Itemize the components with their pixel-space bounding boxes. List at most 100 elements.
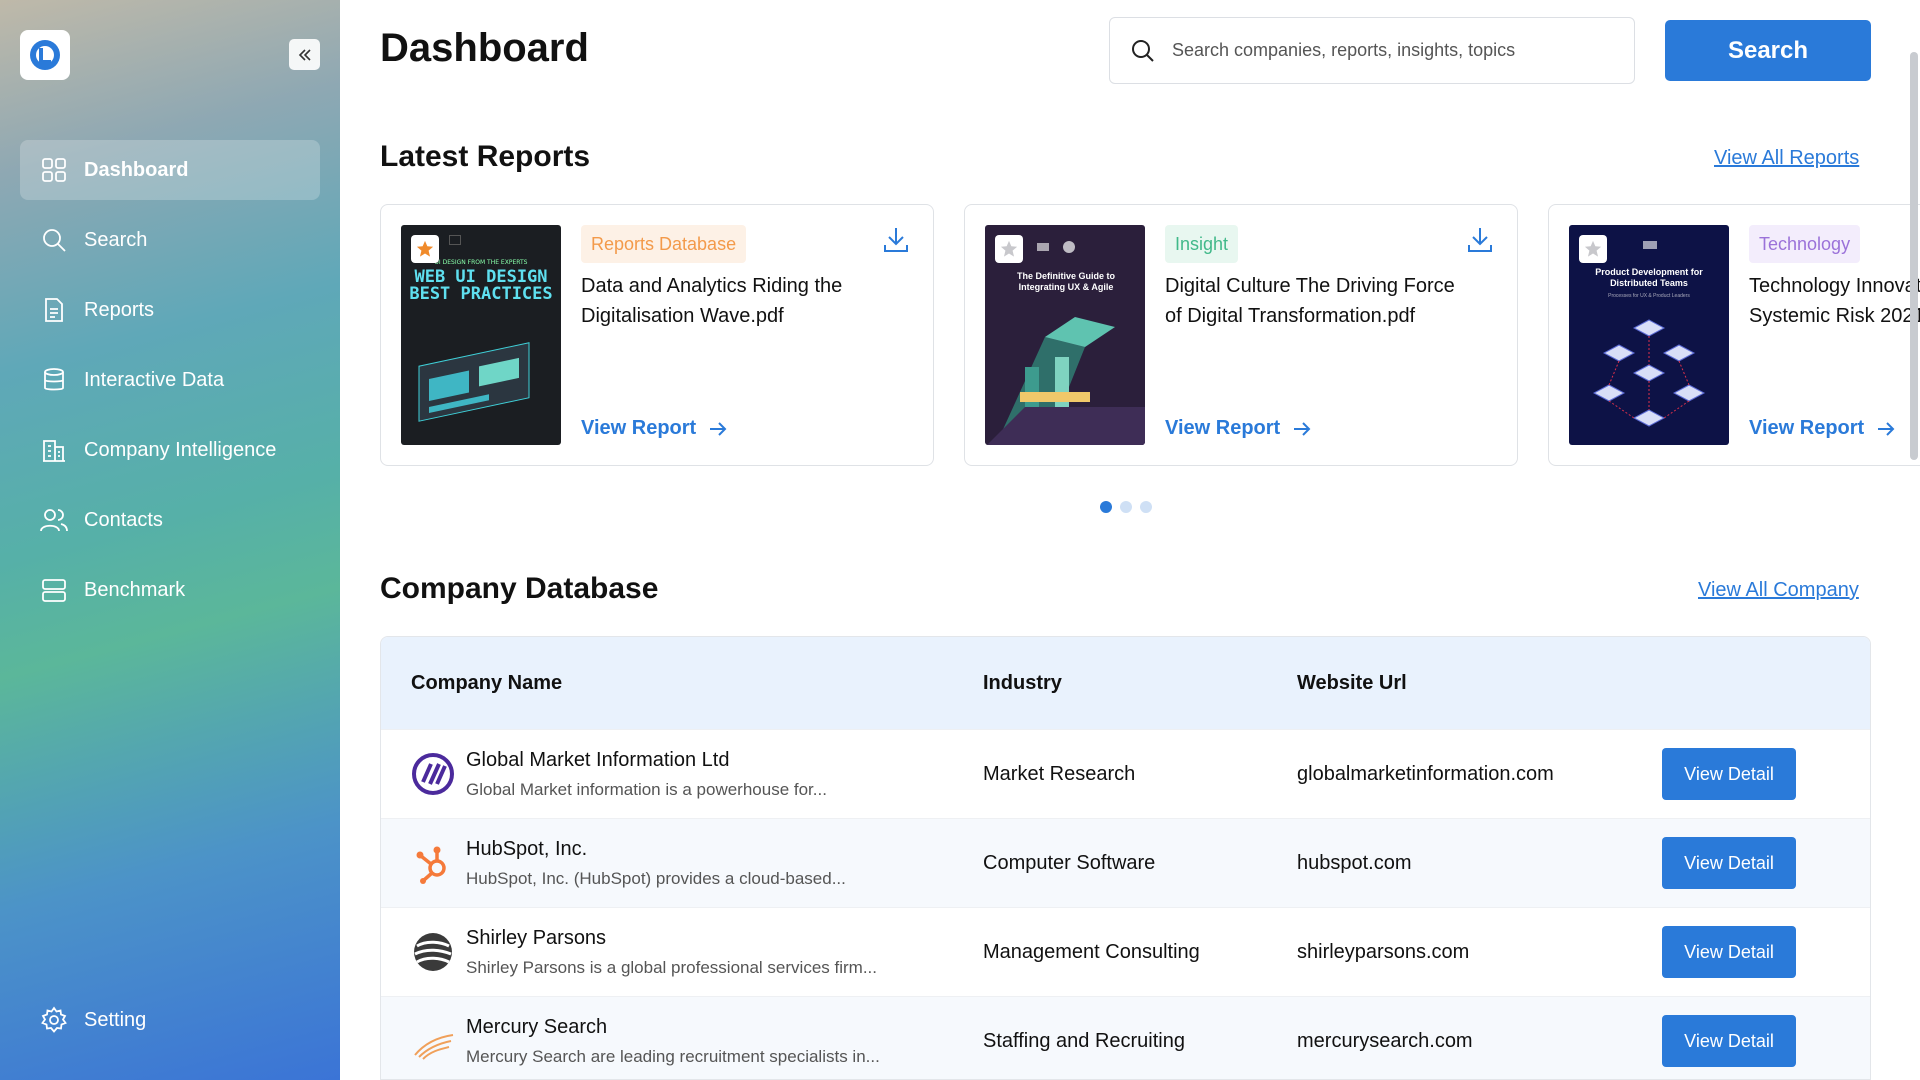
view-report-link[interactable]: View Report [581,417,728,440]
table-header: Company Name Industry Website Url [381,637,1870,729]
company-website: mercurysearch.com [1297,1029,1473,1052]
report-cover: The Definitive Guide to Integrating UX &… [985,225,1145,445]
search-field[interactable] [1109,17,1635,84]
download-icon[interactable] [1465,225,1495,255]
sidebar-item-label: Company Intelligence [84,438,277,461]
view-detail-button[interactable]: View Detail [1662,1015,1796,1067]
search-button[interactable]: Search [1665,20,1871,81]
setting-label: Setting [84,1008,147,1031]
report-cover: Product Development for Distributed Team… [1569,225,1729,445]
report-tag: Reports Database [581,225,747,263]
sidebar-item-label: Dashboard [84,158,189,181]
company-description: HubSpot, Inc. (HubSpot) provides a cloud… [466,868,846,888]
star-icon [1584,240,1602,257]
sidebar-item-company-intelligence[interactable]: Company Intelligence [20,420,320,480]
carousel-dot[interactable] [1100,501,1112,513]
app-logo[interactable] [20,30,70,80]
cover-illustration [987,317,1145,445]
arrow-right-icon [1294,421,1311,436]
arrow-right-icon [710,421,727,436]
sidebar-item-dashboard[interactable]: Dashboard [20,140,320,200]
building-icon [40,436,68,464]
company-name: Shirley Parsons [466,926,607,949]
sidebar-item-search[interactable]: Search [20,210,320,270]
company-logo [411,930,455,974]
company-name: Global Market Information Ltd [466,748,730,771]
favorite-button[interactable] [411,235,439,263]
sidebar-item-setting[interactable]: Setting [20,990,320,1050]
company-logo [411,1019,455,1063]
column-header-name: Company Name [411,671,563,694]
report-title: Digital Culture The Driving Force of Dig… [1165,275,1455,327]
company-industry: Management Consulting [983,940,1200,963]
company-description: Shirley Parsons is a global professional… [466,957,877,977]
logo-icon [30,40,60,70]
view-report-label: View Report [1165,417,1281,439]
view-all-reports-link[interactable]: View All Reports [1714,147,1859,170]
search-icon [1132,39,1154,62]
company-database-title: Company Database [380,572,659,605]
company-name: Mercury Search [466,1015,608,1038]
grid-icon [40,156,68,184]
company-description: Global Market information is a powerhous… [466,779,827,799]
sidebar-item-label: Benchmark [84,578,186,601]
column-header-industry: Industry [983,671,1062,694]
company-name: HubSpot, Inc. [466,837,588,860]
cover-subtitle: Processes for UX & Product Leaders [1608,293,1690,299]
cover-title: The Definitive Guide to Integrating UX &… [1016,271,1115,292]
carousel-dot[interactable] [1120,501,1132,513]
report-cover: UI DESIGN FROM THE EXPERTS WEB UI DESIGN… [401,225,561,445]
cover-illustration [418,342,530,422]
gear-icon [40,1006,68,1034]
report-card[interactable]: Product Development for Distributed Team… [1548,204,1920,466]
column-header-website: Website Url [1297,671,1407,694]
report-card[interactable]: The Definitive Guide to Integrating UX &… [964,204,1518,466]
chevrons-left-icon [298,48,311,61]
company-website: globalmarketinformation.com [1297,762,1554,785]
arrow-right-icon [1878,421,1895,436]
view-all-company-link[interactable]: View All Company [1698,579,1859,602]
sidebar-item-label: Contacts [84,508,163,531]
sidebar: Dashboard Search Reports Interactive Dat… [0,0,340,1080]
view-report-label: View Report [581,417,697,439]
company-industry: Market Research [983,762,1136,785]
sidebar-item-interactive-data[interactable]: Interactive Data [20,350,320,410]
cover-illustration [1592,319,1706,427]
company-website: shirleyparsons.com [1297,940,1470,963]
download-icon[interactable] [881,225,911,255]
table-row: HubSpot, Inc. HubSpot, Inc. (HubSpot) pr… [381,818,1870,907]
view-report-link[interactable]: View Report [1165,417,1312,440]
company-table: Company Name Industry Website Url Global… [380,636,1871,1080]
sidebar-item-benchmark[interactable]: Benchmark [20,560,320,620]
cover-title: WEB UI DESIGN BEST PRACTICES [409,267,553,304]
collapse-sidebar-button[interactable] [289,39,320,70]
star-icon [1000,240,1018,257]
carousel-pagination [1100,501,1152,513]
view-detail-button[interactable]: View Detail [1662,926,1796,978]
sidebar-item-contacts[interactable]: Contacts [20,490,320,550]
star-icon [416,240,434,257]
favorite-button[interactable] [1579,235,1607,263]
document-icon [40,296,68,324]
report-tag: Technology [1749,225,1861,263]
page-title: Dashboard [380,26,589,70]
sidebar-nav: Dashboard Search Reports Interactive Dat… [20,140,320,630]
search-input[interactable] [1172,40,1612,61]
view-detail-button[interactable]: View Detail [1662,748,1796,800]
database-icon [40,366,68,394]
report-title: Technology Innovation and Systemic Risk … [1749,275,1920,327]
view-report-link[interactable]: View Report [1749,417,1896,440]
view-report-label: View Report [1749,417,1865,439]
favorite-button[interactable] [995,235,1023,263]
server-icon [40,576,68,604]
company-industry: Computer Software [983,851,1156,874]
table-row: Global Market Information Ltd Global Mar… [381,729,1870,818]
sidebar-item-label: Interactive Data [84,368,225,391]
sidebar-item-reports[interactable]: Reports [20,280,320,340]
carousel-dot[interactable] [1140,501,1152,513]
view-detail-button[interactable]: View Detail [1662,837,1796,889]
company-industry: Staffing and Recruiting [983,1029,1185,1052]
report-card[interactable]: UI DESIGN FROM THE EXPERTS WEB UI DESIGN… [380,204,934,466]
scrollbar-thumb[interactable] [1910,52,1918,460]
report-title: Data and Analytics Riding the Digitalisa… [581,275,843,327]
